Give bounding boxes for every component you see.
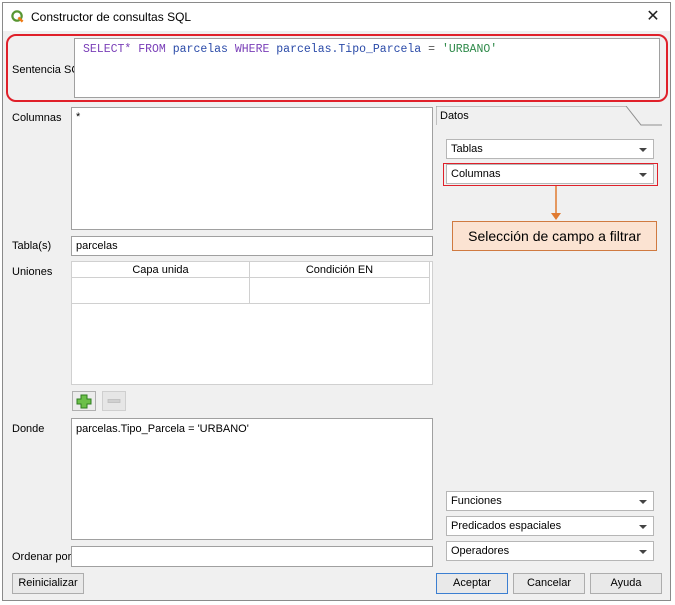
chevron-down-icon bbox=[639, 550, 647, 554]
close-icon[interactable]: ✕ bbox=[642, 6, 664, 28]
sql-token-0: SELECT* bbox=[83, 43, 132, 56]
minus-icon bbox=[107, 399, 121, 403]
annotation-arrow bbox=[551, 186, 561, 220]
chevron-down-icon bbox=[639, 525, 647, 529]
sql-token-2: FROM bbox=[138, 43, 166, 56]
data-tab[interactable]: Datos bbox=[436, 106, 662, 126]
spatial-predicates-dropdown-label: Predicados espaciales bbox=[451, 520, 562, 532]
where-value: parcelas.Tipo_Parcela = 'URBANO' bbox=[76, 423, 249, 435]
sql-editor[interactable]: SELECT* FROM parcelas WHERE parcelas.Tip… bbox=[74, 38, 660, 98]
joins-header-condition[interactable]: Condición EN bbox=[250, 262, 430, 278]
chevron-down-icon bbox=[639, 148, 647, 152]
window-title: Constructor de consultas SQL bbox=[31, 10, 192, 24]
remove-join-button[interactable] bbox=[102, 391, 126, 411]
title-bar: Constructor de consultas SQL ✕ bbox=[3, 3, 670, 31]
add-join-button[interactable] bbox=[72, 391, 96, 411]
sql-statement-text: SELECT* FROM parcelas WHERE parcelas.Tip… bbox=[83, 43, 497, 56]
sql-token-8: parcelas.Tipo_Parcela bbox=[276, 43, 422, 56]
functions-dropdown[interactable]: Funciones bbox=[446, 491, 654, 511]
where-textarea[interactable]: parcelas.Tipo_Parcela = 'URBANO' bbox=[71, 418, 433, 540]
qgis-logo-icon bbox=[11, 10, 24, 23]
tables-input[interactable]: parcelas bbox=[71, 236, 433, 256]
joins-cell-condition[interactable] bbox=[250, 278, 430, 304]
columns-textarea[interactable]: * bbox=[71, 107, 433, 230]
joins-table: Capa unida Condición EN bbox=[71, 261, 433, 385]
tables-dropdown-label: Tablas bbox=[451, 143, 483, 155]
order-input[interactable] bbox=[71, 546, 433, 567]
operators-dropdown-label: Operadores bbox=[451, 545, 510, 557]
tables-label: Tabla(s) bbox=[12, 240, 52, 252]
joins-header-layer[interactable]: Capa unida bbox=[72, 262, 250, 278]
columns-highlight-frame bbox=[443, 163, 658, 186]
tables-dropdown[interactable]: Tablas bbox=[446, 139, 654, 159]
columns-value: * bbox=[76, 111, 81, 123]
spatial-predicates-dropdown[interactable]: Predicados espaciales bbox=[446, 516, 654, 536]
functions-dropdown-label: Funciones bbox=[451, 495, 502, 507]
joins-cell-layer[interactable] bbox=[72, 278, 250, 304]
sql-token-3 bbox=[166, 43, 173, 56]
sql-token-10: 'URBANO' bbox=[441, 43, 498, 56]
chevron-down-icon bbox=[639, 500, 647, 504]
where-label: Donde bbox=[12, 423, 45, 435]
accept-button[interactable]: Aceptar bbox=[436, 573, 508, 594]
data-tab-shape bbox=[436, 106, 662, 126]
joins-label: Uniones bbox=[12, 266, 53, 278]
plus-icon bbox=[76, 394, 92, 409]
cancel-button[interactable]: Cancelar bbox=[513, 573, 585, 594]
sql-token-9: = bbox=[421, 43, 442, 56]
sql-token-5 bbox=[228, 43, 235, 56]
sql-token-6: WHERE bbox=[234, 43, 270, 56]
help-button[interactable]: Ayuda bbox=[590, 573, 662, 594]
order-label: Ordenar por bbox=[12, 551, 72, 563]
columns-label: Columnas bbox=[12, 112, 62, 124]
annotation-callout: Selección de campo a filtrar bbox=[452, 221, 657, 251]
data-tab-label: Datos bbox=[440, 110, 469, 122]
operators-dropdown[interactable]: Operadores bbox=[446, 541, 654, 561]
reset-button[interactable]: Reinicializar bbox=[12, 573, 84, 594]
sql-token-4: parcelas bbox=[172, 43, 228, 56]
